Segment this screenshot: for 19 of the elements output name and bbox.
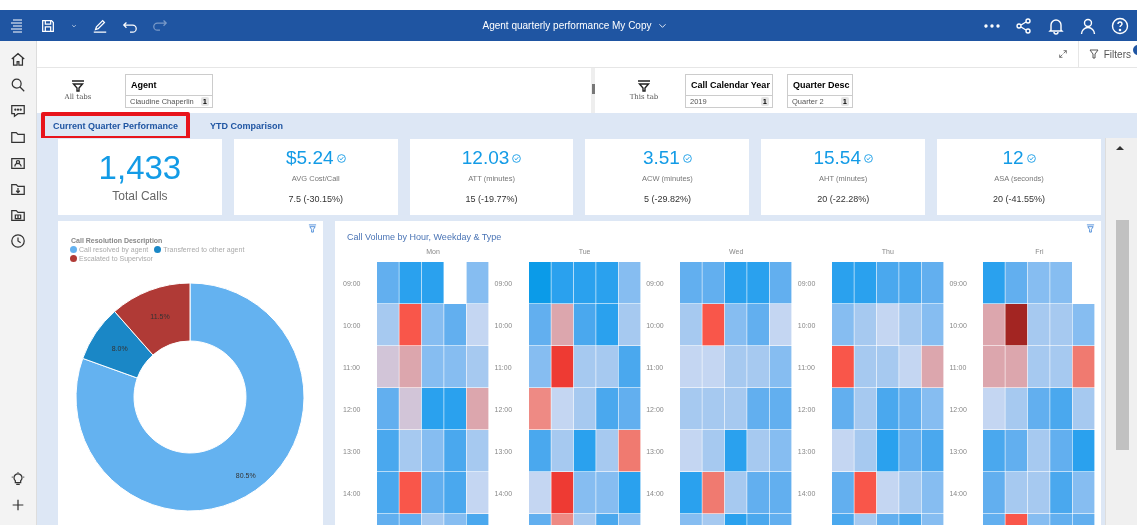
filter-title: Call Calendar Year	[686, 74, 772, 96]
chart-title: Call Volume by Hour, Weekday & Type	[347, 232, 503, 242]
kpi-value: 3.51	[642, 147, 680, 169]
kpi-label: Total Calls	[112, 189, 168, 203]
kpi-comparison: 15 (-19.77%)	[465, 194, 518, 204]
filter-title: Quarter Desc	[788, 74, 852, 96]
kpi-value: 12	[1002, 147, 1024, 169]
kpi-value: $5.24	[285, 147, 334, 169]
kpi-comparison: 7.5 (-30.15%)	[288, 194, 343, 204]
kpi-value: 12.03	[461, 147, 510, 169]
kpi-comparison: 20 (-41.55%)	[993, 194, 1046, 204]
tab[interactable]: YTD Comparison	[198, 111, 296, 140]
kpi-comparison: 5 (-29.82%)	[643, 194, 691, 204]
filters-button[interactable]: Filters	[1077, 41, 1131, 67]
kpi-value: 1,433	[98, 149, 182, 187]
kpi-value: 15.54	[813, 147, 861, 169]
kpi-comparison: 20 (-22.28%)	[817, 194, 870, 204]
report-title: Agent quarterly performance My Copy	[482, 20, 652, 31]
filter-title: Agent	[126, 74, 212, 96]
